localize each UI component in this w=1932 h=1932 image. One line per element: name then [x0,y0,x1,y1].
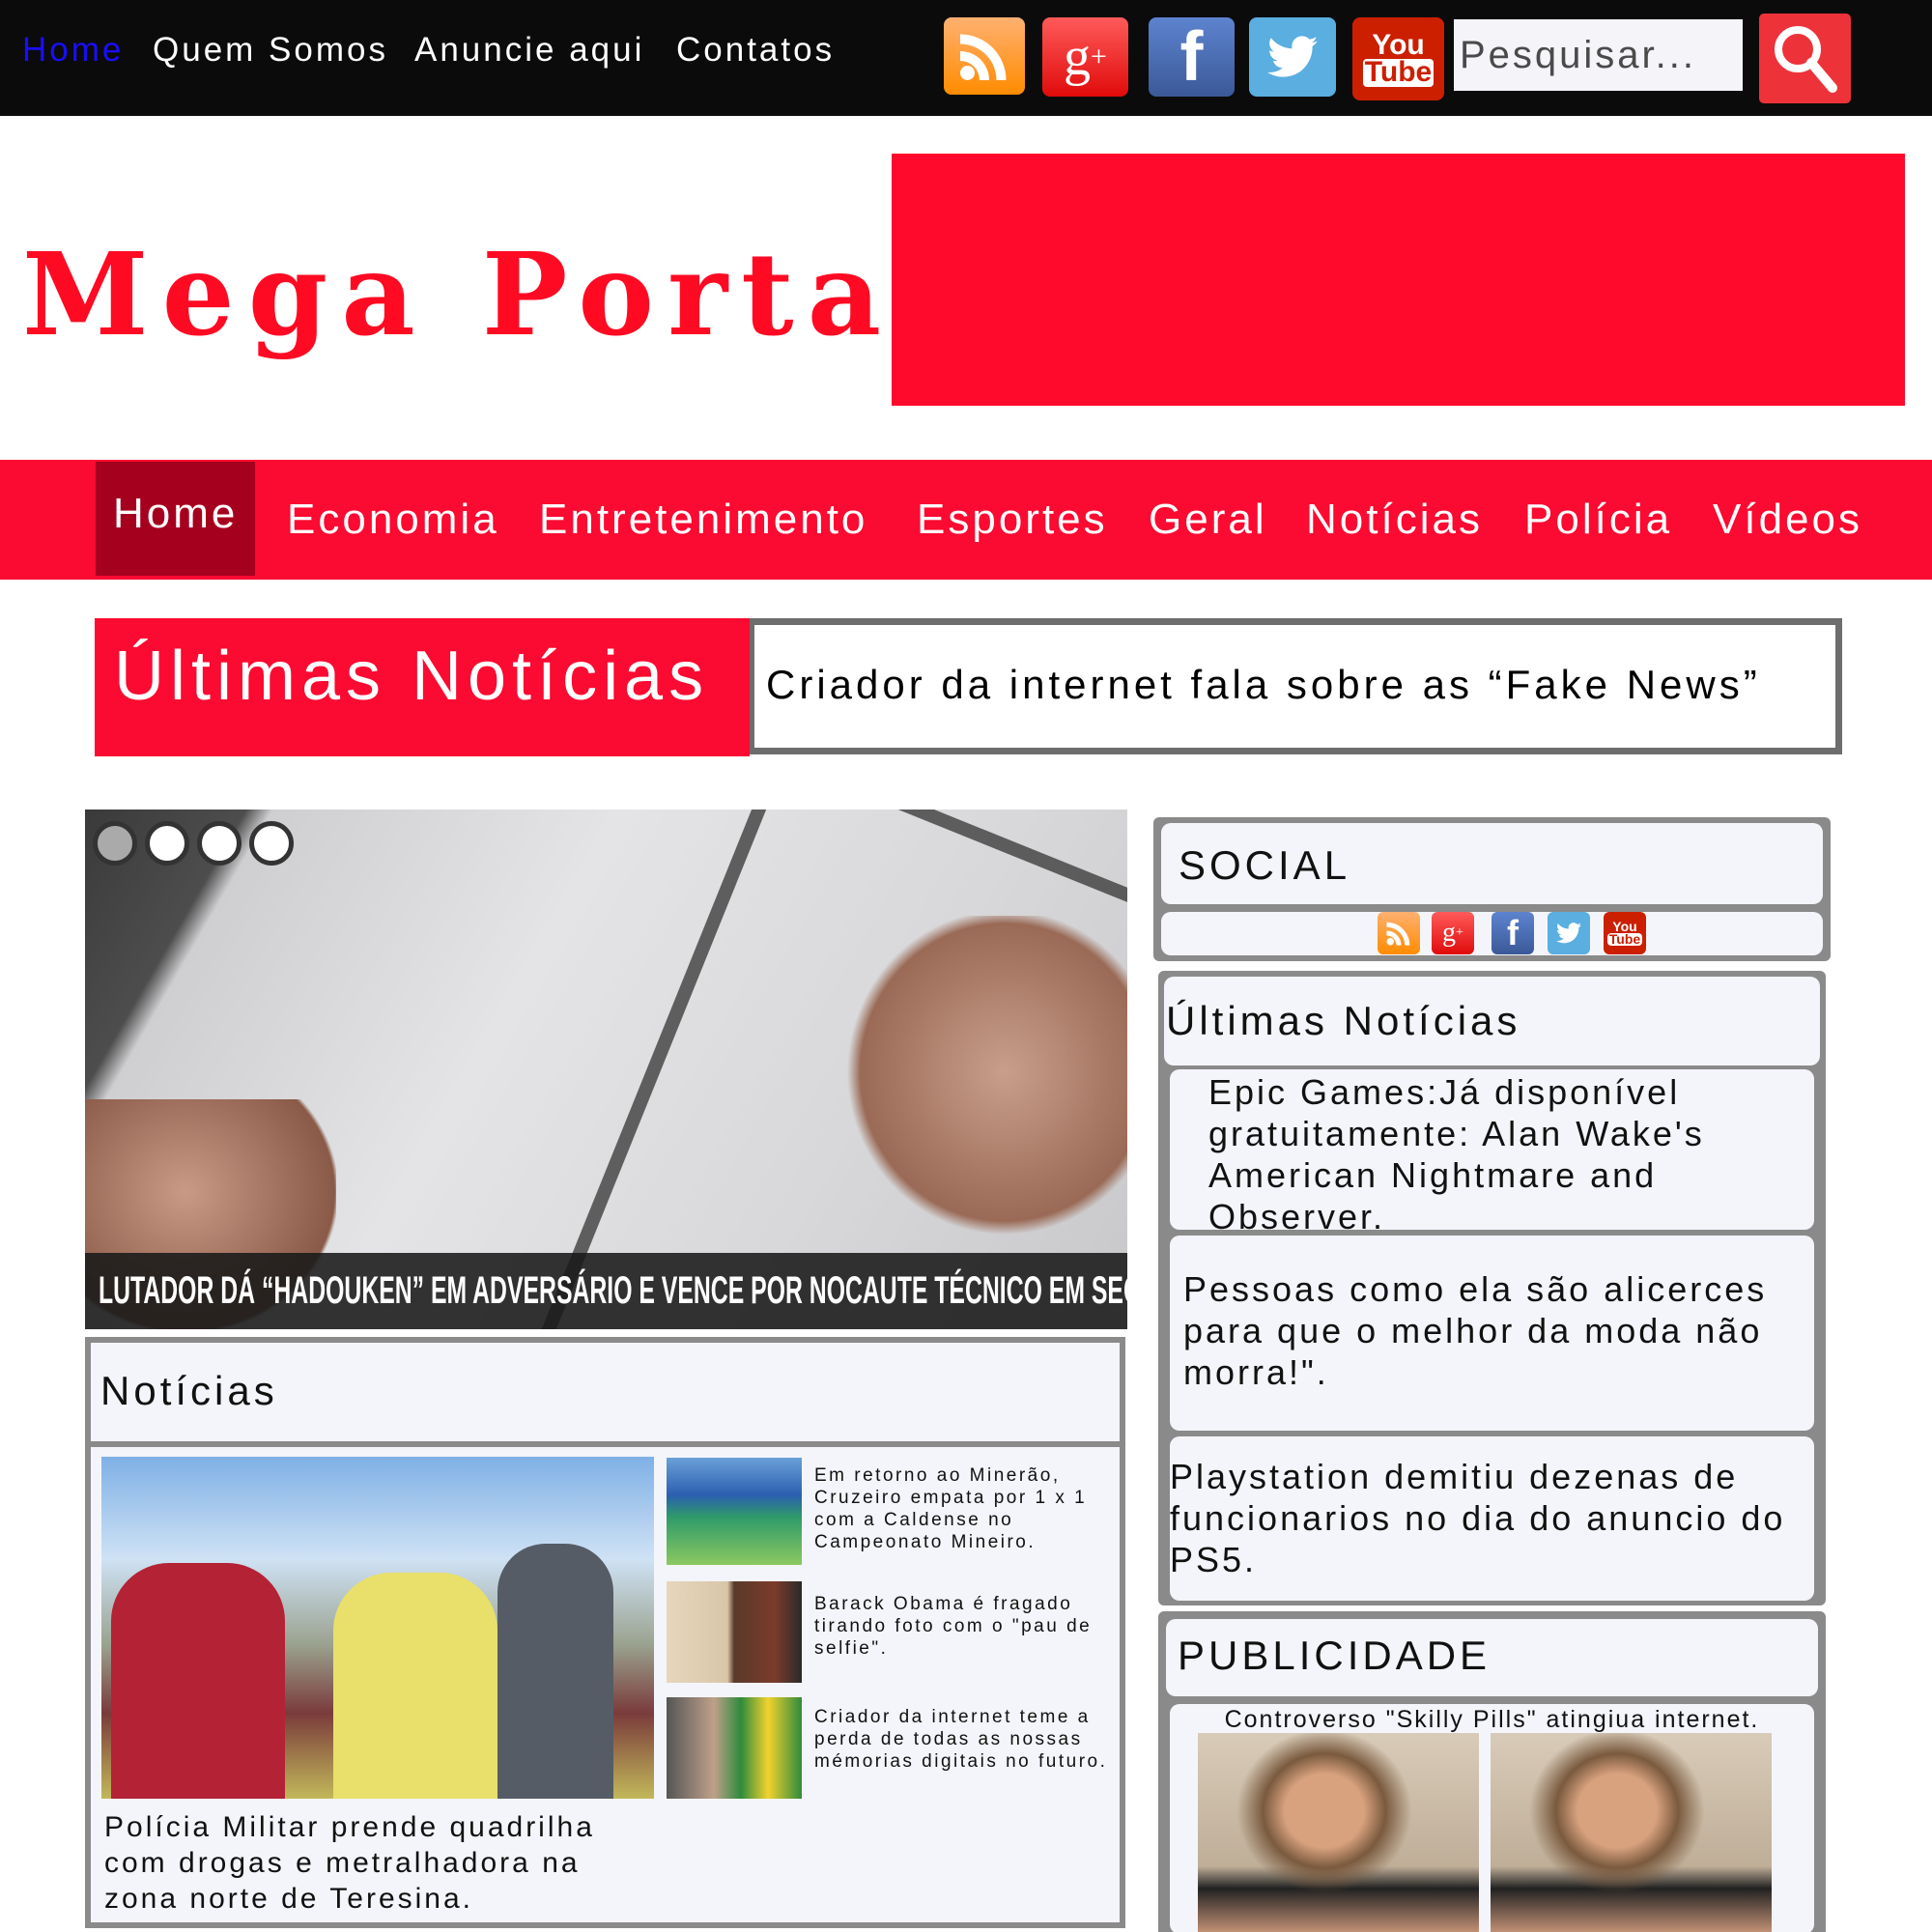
noticias-panel: Notícias Polícia Militar prende quadrilh… [85,1337,1125,1928]
youtube-tube-text: Tube [1606,931,1643,947]
top-link-anuncie[interactable]: Anuncie aqui [414,31,644,70]
nav-policia[interactable]: Polícia [1524,460,1672,580]
latest-news-item[interactable]: Playstation demitiu dezenas de funcionar… [1170,1436,1814,1601]
featured-slider[interactable]: LUTADOR DÁ “HADOUKEN” EM ADVERSÁRIO E VE… [85,810,1127,1329]
ad-widget: PUBLICIDADE Controverso "Skilly Pills" a… [1158,1611,1826,1932]
rss-icon[interactable] [1378,912,1420,954]
header-ad-banner[interactable] [892,154,1905,406]
top-link-home[interactable]: Home [22,31,124,70]
nav-noticias[interactable]: Notícias [1306,460,1483,580]
nav-geral[interactable]: Geral [1149,460,1267,580]
slide-image-fighter [819,916,1127,1264]
slider-dot[interactable] [197,821,242,866]
latest-news-widget: Últimas Notícias Epic Games:Já disponíve… [1158,971,1826,1605]
ad-header: PUBLICIDADE [1166,1619,1818,1696]
search-icon [1774,26,1837,93]
slider-dots [93,821,294,866]
youtube-tube-text: Tube [1362,56,1435,88]
slider-dot[interactable] [145,821,189,866]
news-item-title[interactable]: Criador da internet teme a perda de toda… [814,1706,1123,1773]
ad-caption[interactable]: Controverso "Skilly Pills" atingiua inte… [1170,1706,1814,1734]
news-thumb-obama[interactable] [667,1581,802,1683]
news-thumb-football[interactable] [667,1458,802,1565]
noticias-title: Notícias [100,1368,278,1413]
rss-icon[interactable] [944,17,1025,95]
top-link-quem-somos[interactable]: Quem Somos [153,31,388,70]
ticker-label: Últimas Notícias [95,618,750,756]
search-input[interactable] [1454,19,1743,91]
news-item-title[interactable]: Em retorno ao Minerão, Cruzeiro empata p… [814,1464,1114,1553]
main-news-title[interactable]: Polícia Militar prende quadrilha com dro… [104,1809,645,1917]
nav-videos[interactable]: Vídeos [1713,460,1862,580]
nav-esportes[interactable]: Esportes [917,460,1108,580]
slide-caption-text: LUTADOR DÁ “HADOUKEN” EM ADVERSÁRIO E VE… [99,1269,1127,1312]
social-icons-row: g + f You Tube [1161,912,1823,955]
facebook-icon[interactable]: f [1492,912,1534,954]
image-person [497,1544,613,1799]
youtube-you-text: You [1372,28,1425,61]
ticker-headline[interactable]: Criador da internet fala sobre as “Fake … [750,618,1842,754]
social-header: SOCIAL [1161,823,1823,904]
youtube-icon[interactable]: You Tube [1352,17,1444,100]
nav-home[interactable]: Home [96,462,256,576]
latest-news-title: Últimas Notícias [1166,998,1521,1043]
nav-entretenimento[interactable]: Entretenimento [539,460,867,580]
latest-news-header: Últimas Notícias [1164,977,1820,1065]
nav-economia[interactable]: Economia [287,460,499,580]
slide-caption[interactable]: LUTADOR DÁ “HADOUKEN” EM ADVERSÁRIO E VE… [85,1253,1127,1329]
main-nav: Home Economia Entretenimento Esportes Ge… [0,460,1932,580]
top-bar: Home Quem Somos Anuncie aqui Contatos g +… [0,0,1932,116]
search-button[interactable] [1759,14,1851,103]
slider-dot[interactable] [93,821,137,866]
site-logo[interactable]: Mega Portal [22,227,952,361]
news-item-title[interactable]: Barack Obama é fragado tirando foto com … [814,1593,1114,1660]
ad-body: Controverso "Skilly Pills" atingiua inte… [1170,1704,1814,1932]
twitter-icon[interactable] [1548,912,1590,954]
ad-image[interactable] [1198,1733,1479,1932]
top-link-contatos[interactable]: Contatos [676,31,835,70]
social-title: SOCIAL [1179,842,1351,888]
youtube-icon[interactable]: You Tube [1604,912,1646,954]
main-news-image[interactable] [101,1457,654,1799]
noticias-header: Notícias [91,1343,1120,1441]
latest-news-item[interactable]: Epic Games:Já disponível gratuitamente: … [1170,1069,1814,1236]
twitter-icon[interactable] [1249,17,1336,97]
ad-image[interactable] [1491,1733,1772,1932]
social-widget: SOCIAL g + f You Tube [1153,817,1831,961]
noticias-body: Polícia Militar prende quadrilha com dro… [91,1447,1120,1922]
slider-dot[interactable] [249,821,294,866]
latest-news-item[interactable]: Pessoas como ela são alicerces para que … [1170,1236,1814,1431]
google-plus-icon[interactable]: g + [1042,17,1128,97]
news-thumb-internet-creator[interactable] [667,1697,802,1799]
google-plus-icon[interactable]: g + [1432,912,1474,954]
ad-title: PUBLICIDADE [1178,1633,1492,1678]
facebook-icon[interactable]: f [1149,17,1235,97]
image-person [333,1573,497,1799]
image-person [111,1563,285,1799]
